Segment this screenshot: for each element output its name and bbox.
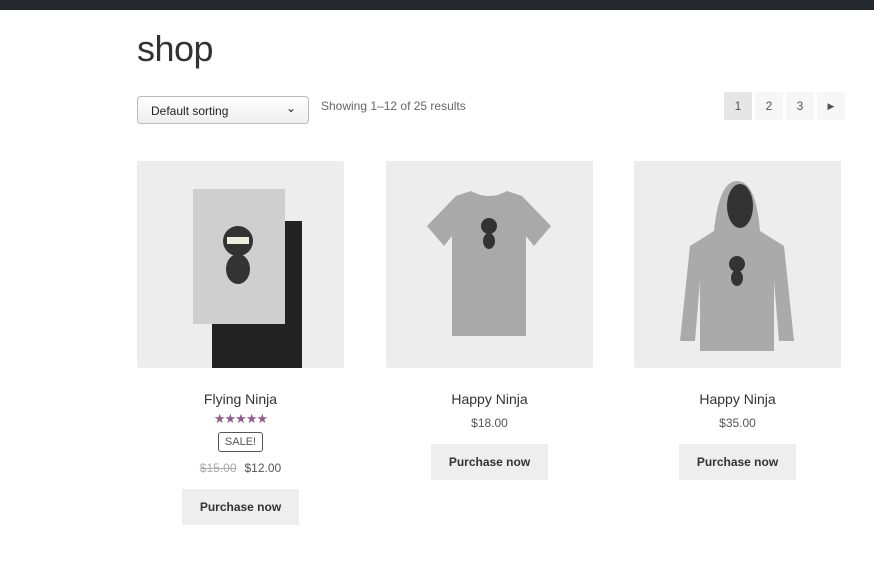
current-price: $35.00 <box>719 416 756 430</box>
product-image[interactable] <box>386 161 593 368</box>
page-2[interactable]: 2 <box>755 92 783 120</box>
purchase-button[interactable]: Purchase now <box>678 444 797 480</box>
current-price: $18.00 <box>471 416 508 430</box>
product-name[interactable]: Happy Ninja <box>634 391 841 407</box>
product-price: $15.00 $12.00 <box>137 461 344 475</box>
product-price: $35.00 <box>634 416 841 430</box>
purchase-button[interactable]: Purchase now <box>181 489 300 525</box>
product-name[interactable]: Flying Ninja <box>137 391 344 407</box>
sorting-select[interactable]: Default sorting ⌄ <box>137 96 309 124</box>
next-page-icon[interactable]: ▶ <box>817 92 845 120</box>
purchase-button[interactable]: Purchase now <box>430 444 549 480</box>
result-count: Showing 1–12 of 25 results <box>321 99 466 113</box>
sorting-value: Default sorting <box>151 104 229 118</box>
old-price: $15.00 <box>199 461 237 475</box>
product-image[interactable] <box>634 161 841 368</box>
chevron-down-icon: ⌄ <box>285 101 296 115</box>
product-card: Happy Ninja $35.00 Purchase now <box>634 161 841 480</box>
product-card: Flying Ninja ★★★★★ SALE! $15.00 $12.00 Pu… <box>137 161 344 525</box>
admin-bar <box>0 0 874 10</box>
page-1[interactable]: 1 <box>724 92 752 120</box>
product-card: Happy Ninja $18.00 Purchase now <box>386 161 593 480</box>
star-rating: ★★★★★ <box>213 411 268 426</box>
product-price: $18.00 <box>386 416 593 430</box>
product-name[interactable]: Happy Ninja <box>386 391 593 407</box>
page-title: shop <box>137 28 214 69</box>
pagination: 1 2 3 ▶ <box>724 92 845 120</box>
current-price: $12.00 <box>244 461 282 475</box>
page-3[interactable]: 3 <box>786 92 814 120</box>
product-image[interactable] <box>137 161 344 368</box>
sale-badge: SALE! <box>217 432 264 452</box>
